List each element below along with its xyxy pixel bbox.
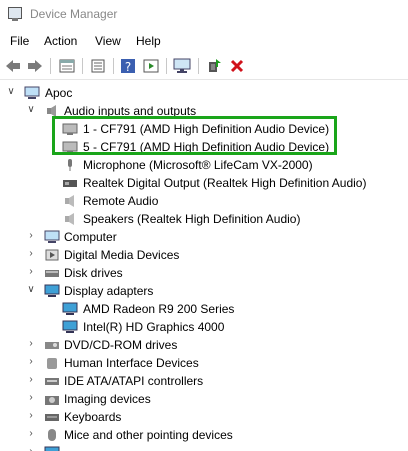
svg-text:?: ? bbox=[125, 60, 131, 74]
display-adapter-icon bbox=[62, 320, 78, 333]
collapse-arrow-icon[interactable]: ∨ bbox=[26, 285, 36, 295]
category-keyboards[interactable]: › Keyboards bbox=[0, 408, 408, 426]
monitor-icon bbox=[44, 446, 60, 451]
device-label: Speakers (Realtek High Definition Audio) bbox=[83, 212, 301, 226]
highlight-box bbox=[52, 116, 337, 155]
media-device-icon bbox=[45, 249, 59, 261]
device-label: Realtek Digital Output (Realtek High Def… bbox=[83, 176, 367, 190]
device-manager-icon bbox=[8, 7, 22, 21]
mouse-icon bbox=[48, 429, 56, 441]
category-ide[interactable]: › IDE ATA/ATAPI controllers bbox=[0, 372, 408, 390]
category-disk[interactable]: › Disk drives bbox=[0, 264, 408, 282]
category-label: Imaging devices bbox=[64, 392, 151, 406]
device-tree[interactable]: ∨ Apoc ∨ Audio inputs and outputs 1 - CF… bbox=[0, 82, 408, 451]
category-display[interactable]: ∨ Display adapters bbox=[0, 282, 408, 300]
expand-arrow-icon[interactable]: › bbox=[26, 447, 36, 451]
category-label: Mice and other pointing devices bbox=[64, 428, 233, 442]
toolbar-separator bbox=[113, 58, 114, 74]
computer-icon bbox=[24, 86, 40, 99]
collapse-arrow-icon[interactable]: ∨ bbox=[6, 87, 16, 97]
window-title: Device Manager bbox=[30, 7, 118, 21]
update-driver-icon[interactable] bbox=[205, 57, 223, 75]
monitor-icon[interactable] bbox=[173, 57, 191, 75]
category-hid[interactable]: › Human Interface Devices bbox=[0, 354, 408, 372]
category-label: Human Interface Devices bbox=[64, 356, 199, 370]
category-partial[interactable]: › bbox=[0, 444, 408, 451]
toolbar: ? bbox=[0, 53, 408, 80]
tree-root[interactable]: ∨ Apoc bbox=[0, 84, 408, 102]
device-item[interactable]: Realtek Digital Output (Realtek High Def… bbox=[0, 174, 408, 192]
uninstall-icon[interactable] bbox=[228, 57, 246, 75]
menu-help[interactable]: Help bbox=[136, 34, 161, 48]
display-adapter-icon bbox=[44, 284, 60, 297]
collapse-arrow-icon[interactable]: ∨ bbox=[26, 105, 36, 115]
category-label: Digital Media Devices bbox=[64, 248, 180, 262]
device-item[interactable]: Remote Audio bbox=[0, 192, 408, 210]
title-bar: Device Manager bbox=[0, 0, 408, 30]
category-label: Computer bbox=[64, 230, 117, 244]
device-label: Remote Audio bbox=[83, 194, 159, 208]
device-item[interactable]: Microphone (Microsoft® LifeCam VX-2000) bbox=[0, 156, 408, 174]
category-label: Display adapters bbox=[64, 284, 154, 298]
camera-icon bbox=[45, 396, 59, 405]
device-label: AMD Radeon R9 200 Series bbox=[83, 302, 235, 316]
category-label: Keyboards bbox=[64, 410, 122, 424]
digital-output-icon bbox=[63, 180, 77, 187]
expand-arrow-icon[interactable]: › bbox=[26, 375, 36, 385]
category-mice[interactable]: › Mice and other pointing devices bbox=[0, 426, 408, 444]
category-label: Disk drives bbox=[64, 266, 123, 280]
keyboard-icon bbox=[45, 414, 59, 421]
view-icon[interactable] bbox=[142, 57, 160, 75]
speaker-icon bbox=[65, 213, 74, 225]
device-item[interactable]: Intel(R) HD Graphics 4000 bbox=[0, 318, 408, 336]
help-icon[interactable]: ? bbox=[119, 57, 137, 75]
hid-icon bbox=[47, 358, 57, 369]
ide-controller-icon bbox=[45, 378, 59, 385]
expand-arrow-icon[interactable]: › bbox=[26, 231, 36, 241]
toolbar-separator bbox=[198, 58, 199, 74]
expand-arrow-icon[interactable]: › bbox=[26, 267, 36, 277]
category-label: DVD/CD-ROM drives bbox=[64, 338, 178, 352]
microphone-icon bbox=[68, 159, 72, 171]
toolbar-separator bbox=[50, 58, 51, 74]
disk-drive-icon bbox=[45, 270, 59, 277]
category-digital-media[interactable]: › Digital Media Devices bbox=[0, 246, 408, 264]
category-label: IDE ATA/ATAPI controllers bbox=[64, 374, 204, 388]
device-label: Intel(R) HD Graphics 4000 bbox=[83, 320, 225, 334]
computer-icon bbox=[44, 230, 60, 243]
display-adapter-icon bbox=[62, 302, 78, 315]
toolbar-separator bbox=[166, 58, 167, 74]
forward-arrow-icon[interactable] bbox=[26, 57, 44, 75]
expand-arrow-icon[interactable]: › bbox=[26, 357, 36, 367]
category-dvd[interactable]: › DVD/CD-ROM drives bbox=[0, 336, 408, 354]
back-arrow-icon[interactable] bbox=[4, 57, 22, 75]
category-imaging[interactable]: › Imaging devices bbox=[0, 390, 408, 408]
list-icon[interactable] bbox=[89, 57, 107, 75]
root-label: Apoc bbox=[45, 86, 73, 100]
menu-action[interactable]: Action bbox=[44, 34, 77, 48]
category-computer[interactable]: › Computer bbox=[0, 228, 408, 246]
speaker-icon bbox=[65, 195, 74, 207]
menu-bar: File Action View Help bbox=[0, 30, 408, 52]
expand-arrow-icon[interactable]: › bbox=[26, 249, 36, 259]
expand-arrow-icon[interactable]: › bbox=[26, 411, 36, 421]
expand-arrow-icon[interactable]: › bbox=[26, 429, 36, 439]
expand-arrow-icon[interactable]: › bbox=[26, 393, 36, 403]
expand-arrow-icon[interactable]: › bbox=[26, 339, 36, 349]
menu-view[interactable]: View bbox=[95, 34, 121, 48]
properties-icon[interactable] bbox=[58, 57, 76, 75]
dvd-drive-icon bbox=[45, 342, 59, 349]
menu-file[interactable]: File bbox=[10, 34, 29, 48]
device-label: Microphone (Microsoft® LifeCam VX-2000) bbox=[83, 158, 313, 172]
toolbar-separator bbox=[82, 58, 83, 74]
device-item[interactable]: AMD Radeon R9 200 Series bbox=[0, 300, 408, 318]
device-item[interactable]: Speakers (Realtek High Definition Audio) bbox=[0, 210, 408, 228]
